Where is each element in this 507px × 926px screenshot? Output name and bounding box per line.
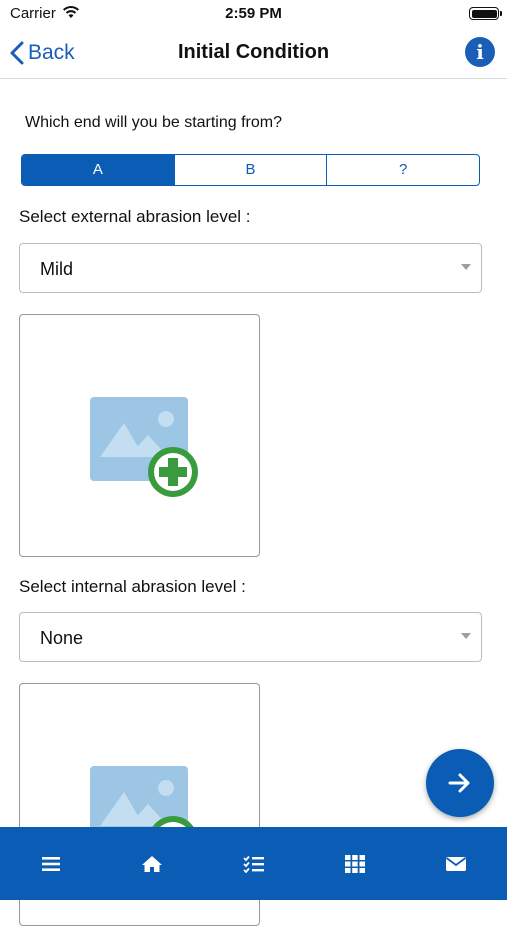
segment-unknown[interactable]: ? [326,155,479,185]
internal-abrasion-select[interactable]: None [19,612,482,662]
tab-checklist[interactable] [203,827,304,900]
internal-abrasion-value: None [40,628,84,648]
bottom-tab-bar [0,827,507,900]
dropdown-caret-icon [461,633,471,639]
grid-icon [344,854,365,873]
internal-abrasion-label: Select internal abrasion level : [19,577,246,596]
battery-icon [469,7,502,20]
external-abrasion-label: Select external abrasion level : [19,207,251,226]
segment-a[interactable]: A [22,155,174,185]
add-photo-icon [90,397,198,497]
dropdown-caret-icon [461,264,471,270]
menu-icon [41,856,60,871]
tab-menu[interactable] [0,827,101,900]
next-button[interactable] [426,749,494,817]
segment-b[interactable]: B [173,155,327,185]
external-photo-picker[interactable] [19,314,260,557]
tab-grid[interactable] [304,827,405,900]
home-icon [142,855,163,872]
tab-mail[interactable] [406,827,507,900]
page-title: Initial Condition [177,41,330,63]
external-abrasion-value: Mild [40,259,74,279]
external-abrasion-select[interactable]: Mild [19,243,482,293]
info-icon[interactable]: i [465,37,495,67]
clock: 2:59 PM [225,5,282,22]
arrow-right-icon [448,773,470,793]
navigation-bar: Back Initial Condition i [0,28,507,79]
status-bar: Carrier 2:59 PM [0,0,507,28]
mail-icon [446,856,467,871]
start-end-question: Which end will you be starting from? [25,114,282,131]
start-end-segmented-control: A B ? [21,154,480,186]
checklist-icon [242,855,264,873]
tab-home[interactable] [101,827,202,900]
